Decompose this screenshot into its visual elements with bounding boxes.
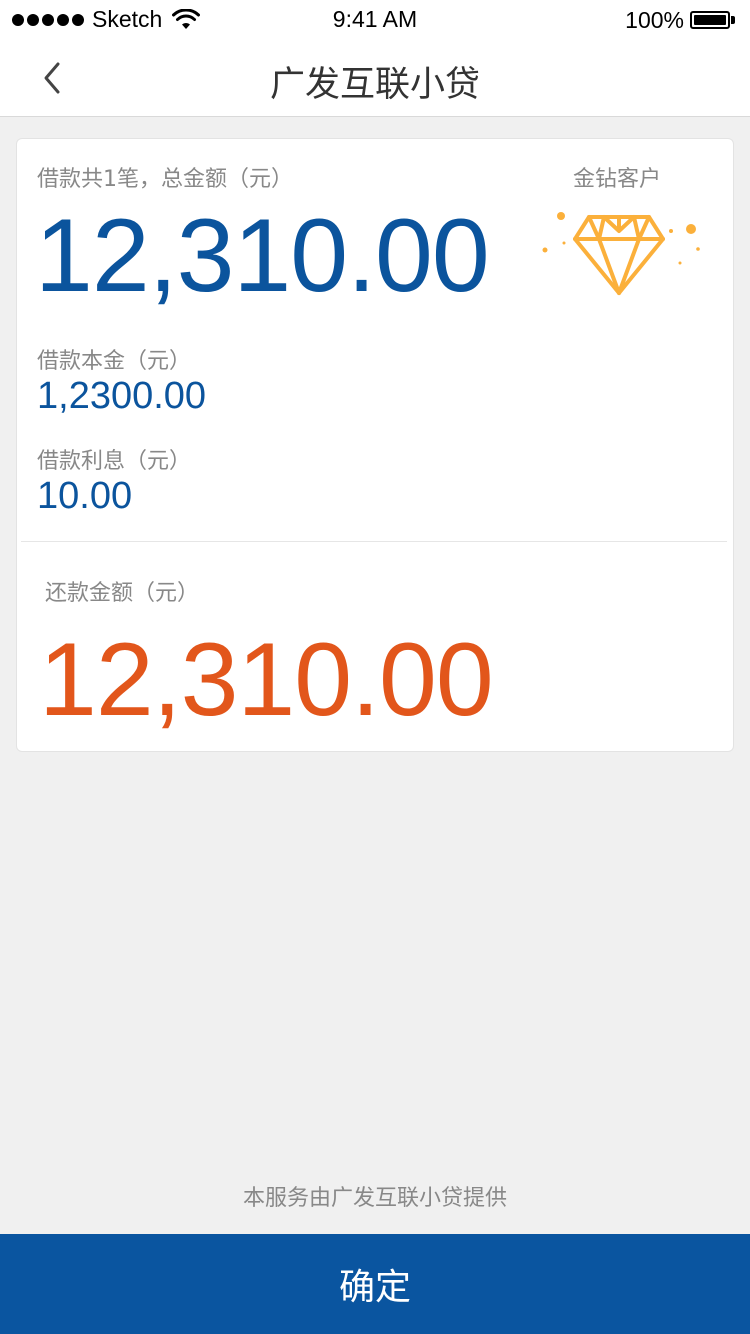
page-title: 广发互联小贷: [269, 65, 480, 105]
status-bar: Sketch 9:41 AM 100%: [0, 0, 750, 40]
vip-level-label: 金钻客户: [573, 167, 662, 192]
confirm-button-label: 确定: [338, 1267, 411, 1308]
divider: [21, 541, 727, 542]
total-amount-value: 12,310.00: [35, 198, 490, 314]
interest-value: 10.00: [37, 475, 133, 517]
navigation-bar: 广发互联小贷: [0, 40, 750, 117]
provider-note: 本服务由广发互联小贷提供: [242, 1186, 507, 1211]
diamond-badge: [537, 203, 707, 303]
principal-label: 借款本金（元）: [37, 349, 192, 374]
total-amount-label: 借款共1笔，总金额（元）: [37, 167, 293, 192]
repayment-amount-value: 12,310.00: [39, 622, 494, 738]
battery-icon: [690, 10, 738, 32]
confirm-button[interactable]: 确定: [0, 1234, 750, 1334]
repayment-amount-label: 还款金额（元）: [45, 581, 200, 606]
status-right: 100%: [625, 7, 738, 34]
battery-percentage: 100%: [625, 7, 684, 33]
interest-label: 借款利息（元）: [37, 449, 192, 474]
diamond-icon: [542, 212, 700, 295]
loan-summary-card: 借款共1笔，总金额（元） 12,310.00 金钻客户 借款本金（元） 1,23…: [16, 138, 734, 752]
principal-value: 1,2300.00: [37, 375, 207, 417]
